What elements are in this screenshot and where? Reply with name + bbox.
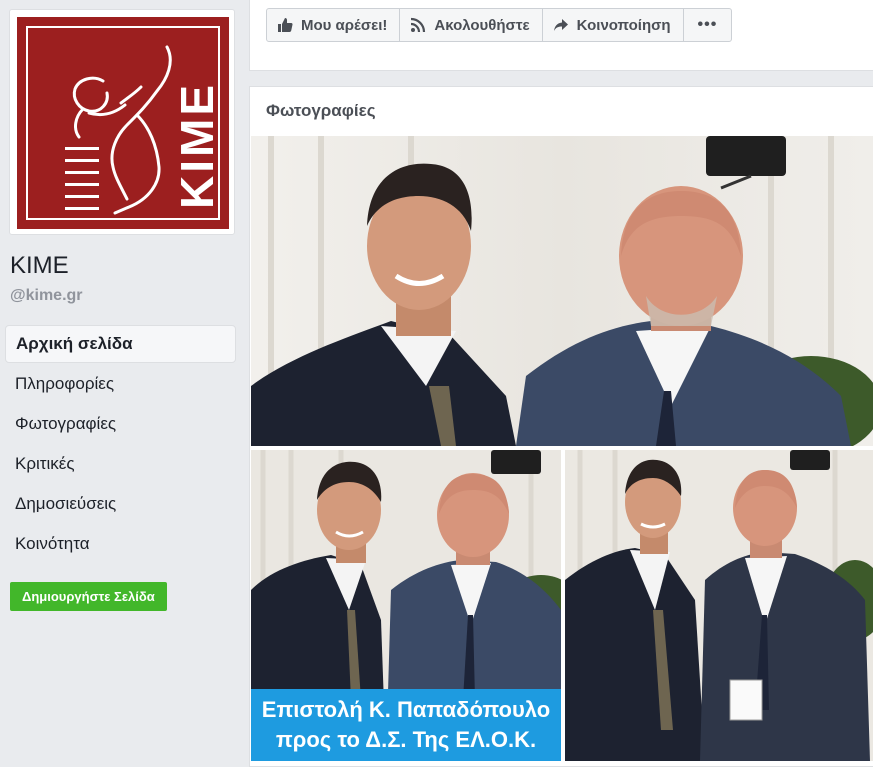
photos-card: Φωτογραφίες Επιστολή Κ. Παπαδόπουλο προς… [249, 86, 873, 767]
logo-wordmark: KIME [171, 82, 223, 209]
like-button[interactable]: Μου αρέσει! [266, 8, 401, 42]
caption-line-2: προς το Δ.Σ. Της ΕΛ.Ο.Κ. [275, 727, 537, 752]
nav-item-photos[interactable]: Φωτογραφίες [5, 405, 236, 443]
nav-item-about[interactable]: Πληροφορίες [5, 365, 236, 403]
photo-caption-banner: Επιστολή Κ. Παπαδόπουλο προς το Δ.Σ. Της… [251, 689, 561, 761]
photo-two-men-image [251, 136, 873, 446]
page-name[interactable]: KIME [10, 252, 69, 280]
photo-main[interactable] [251, 136, 873, 446]
share-button[interactable]: Κοινοποίηση [541, 8, 684, 42]
page-handle[interactable]: @kime.gr [10, 287, 83, 305]
photo-small-2[interactable] [565, 450, 873, 761]
share-arrow-icon [553, 19, 568, 31]
more-icon: ••• [697, 16, 718, 33]
share-label: Κοινοποίηση [576, 16, 671, 34]
photo-two-men-image [565, 450, 873, 761]
photo-small-1[interactable]: Επιστολή Κ. Παπαδόπουλο προς το Δ.Σ. Της… [251, 450, 561, 761]
like-label: Μου αρέσει! [301, 16, 388, 34]
profile-picture[interactable]: KIME [9, 9, 235, 235]
action-bar: Μου αρέσει! Ακολουθήστε Κοινοποίηση ••• [266, 8, 733, 42]
photos-section-title[interactable]: Φωτογραφίες [266, 101, 376, 121]
nav-item-reviews[interactable]: Κριτικές [5, 445, 236, 483]
left-sidebar: KIME KIME @kime.gr Αρχική σελίδα Πληροφο… [0, 0, 248, 767]
nav-item-community[interactable]: Κοινότητα [5, 525, 236, 563]
page-nav: Αρχική σελίδα Πληροφορίες Φωτογραφίες Κρ… [5, 325, 236, 565]
action-card: Μου αρέσει! Ακολουθήστε Κοινοποίηση ••• [249, 0, 873, 71]
rss-icon [411, 17, 426, 33]
thumbs-up-icon [278, 18, 293, 32]
nav-item-home[interactable]: Αρχική σελίδα [5, 325, 236, 363]
follow-label: Ακολουθήστε [434, 16, 530, 34]
kime-logo: KIME [17, 17, 229, 229]
nav-item-posts[interactable]: Δημοσιεύσεις [5, 485, 236, 523]
caption-line-1: Επιστολή Κ. Παπαδόπουλο [261, 697, 551, 722]
more-button[interactable]: ••• [682, 8, 733, 42]
create-page-button[interactable]: Δημιουργήστε Σελίδα [10, 582, 167, 611]
follow-button[interactable]: Ακολουθήστε [399, 8, 543, 42]
